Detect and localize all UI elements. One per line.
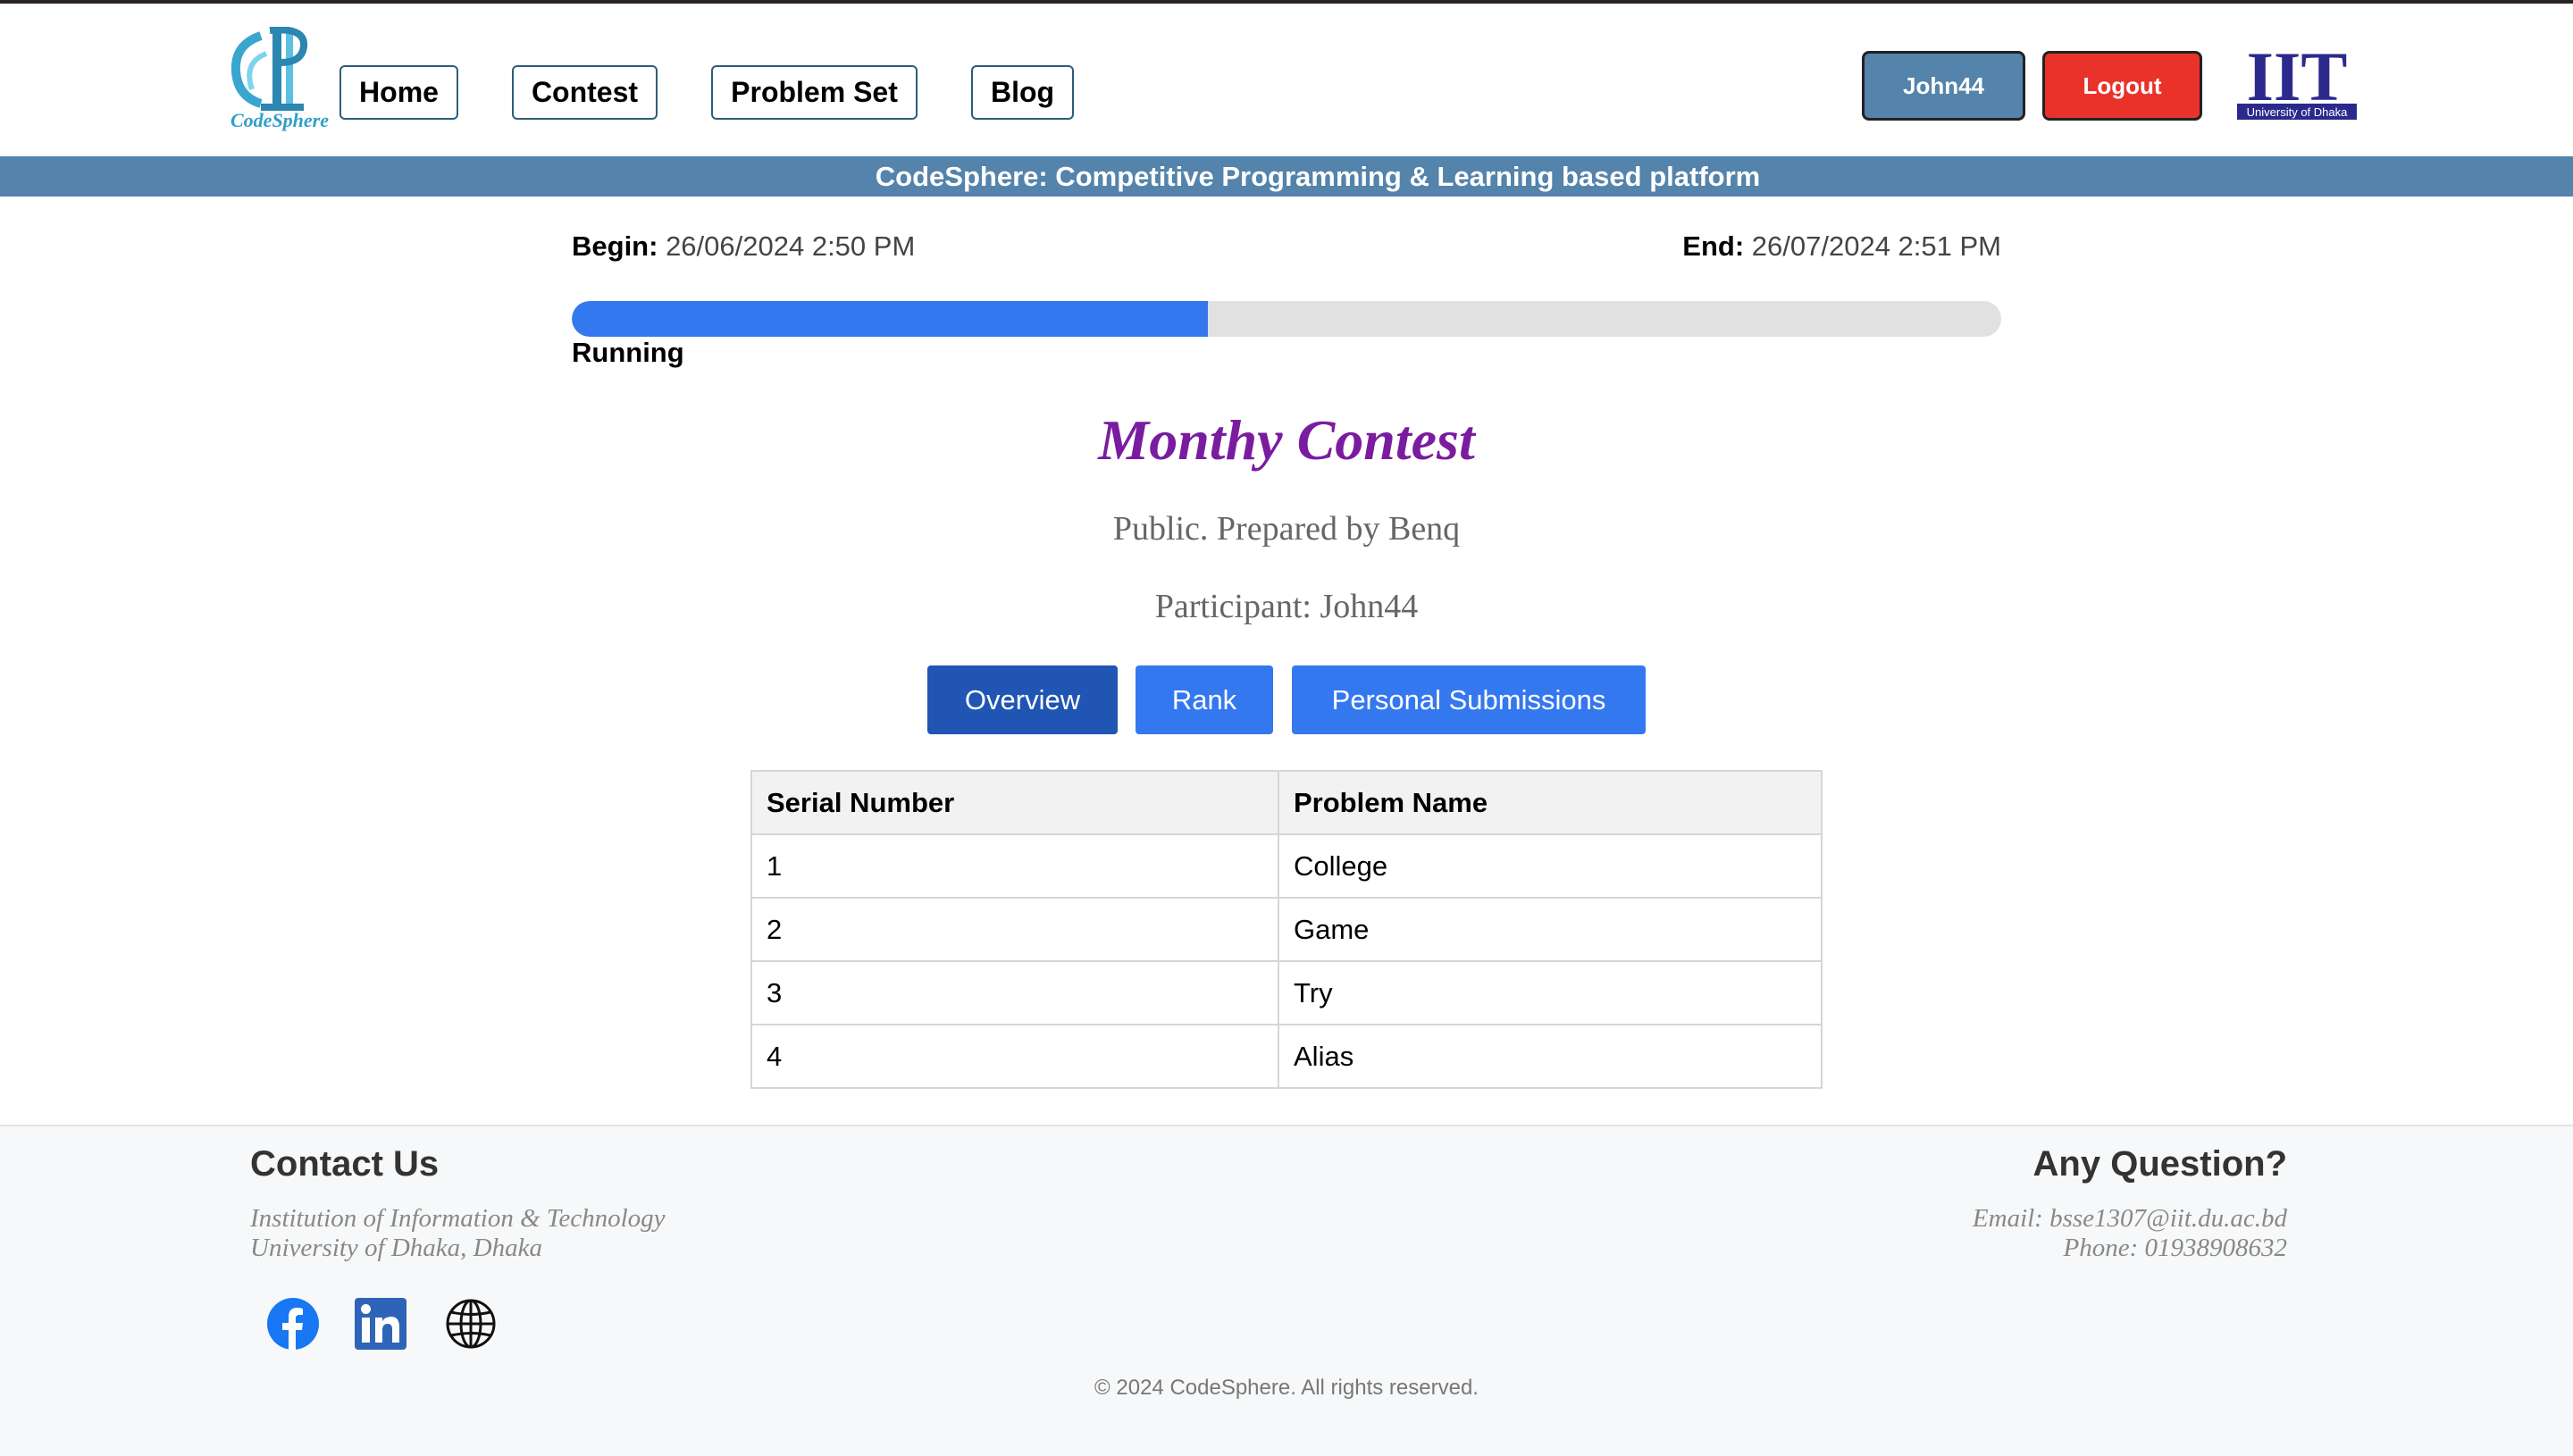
problems-table: Serial Number Problem Name 1 College 2 G… xyxy=(750,770,1823,1089)
serial-cell: 1 xyxy=(750,833,1279,899)
contest-progress-fill xyxy=(572,301,1208,337)
contest-progress-bar xyxy=(572,301,2001,337)
contact-phone: Phone: 01938908632 xyxy=(2063,1234,2288,1262)
contest-title: Monthy Contest xyxy=(1098,408,1475,472)
table-row[interactable]: 3 Try xyxy=(750,960,1823,1025)
table-row[interactable]: 4 Alias xyxy=(750,1024,1823,1089)
contact-details: Email: bsse1307@iit.du.ac.bd Phone: 0193… xyxy=(1973,1204,2287,1263)
logout-button[interactable]: Logout xyxy=(2042,51,2202,121)
serial-cell: 4 xyxy=(750,1024,1279,1089)
globe-icon[interactable] xyxy=(444,1297,498,1351)
copyright: © 2024 CodeSphere. All rights reserved. xyxy=(1094,1376,1479,1400)
serial-cell: 3 xyxy=(750,960,1279,1025)
problem-name-cell[interactable]: Try xyxy=(1278,960,1823,1025)
nav-home-button[interactable]: Home xyxy=(339,65,458,120)
problem-name-cell[interactable]: College xyxy=(1278,833,1823,899)
serial-cell: 2 xyxy=(750,897,1279,962)
end-label: End: xyxy=(1682,230,1745,262)
user-profile-button[interactable]: John44 xyxy=(1862,51,2025,121)
tab-rank[interactable]: Rank xyxy=(1136,665,1273,734)
contact-email[interactable]: Email: bsse1307@iit.du.ac.bd xyxy=(1973,1204,2287,1234)
table-row[interactable]: 2 Game xyxy=(750,897,1823,962)
nav-contest-button[interactable]: Contest xyxy=(512,65,658,120)
column-header-serial: Serial Number xyxy=(750,770,1279,835)
any-question-heading: Any Question? xyxy=(2032,1144,2287,1184)
table-row[interactable]: 1 College xyxy=(750,833,1823,899)
facebook-icon[interactable] xyxy=(266,1297,320,1351)
contact-line-university: University of Dhaka, Dhaka xyxy=(250,1234,542,1262)
contest-visibility: Public. Prepared by Benq xyxy=(1112,510,1461,548)
iit-logo-icon: IIT University of Dhaka xyxy=(2237,38,2357,120)
begin-time: Begin: 26/06/2024 2:50 PM xyxy=(572,230,915,263)
linkedin-icon[interactable] xyxy=(354,1297,407,1351)
table-header-row: Serial Number Problem Name xyxy=(750,770,1823,835)
contact-address: Institution of Information & Technology … xyxy=(250,1204,666,1263)
contact-line-institution: Institution of Information & Technology xyxy=(250,1204,666,1233)
nav-problem-set-button[interactable]: Problem Set xyxy=(711,65,918,120)
site-banner: CodeSphere: Competitive Programming & Le… xyxy=(0,156,2573,197)
iit-logo-subtitle: University of Dhaka xyxy=(2247,105,2348,119)
codesphere-logo[interactable]: CodeSphere xyxy=(225,26,334,139)
end-value: 26/07/2024 2:51 PM xyxy=(1751,230,2001,262)
begin-label: Begin: xyxy=(572,230,658,262)
nav-blog-button[interactable]: Blog xyxy=(971,65,1074,120)
column-header-problem-name: Problem Name xyxy=(1278,770,1823,835)
iit-logo: IIT University of Dhaka xyxy=(2235,38,2359,121)
contest-participant: Participant: John44 xyxy=(1154,588,1419,625)
tab-personal-submissions[interactable]: Personal Submissions xyxy=(1292,665,1646,734)
begin-value: 26/06/2024 2:50 PM xyxy=(666,230,916,262)
contest-status: Running xyxy=(572,337,684,368)
problem-name-cell[interactable]: Alias xyxy=(1278,1024,1823,1089)
problem-name-cell[interactable]: Game xyxy=(1278,897,1823,962)
header: CodeSphere Home Contest Problem Set Blog… xyxy=(0,4,2573,156)
contact-us-heading: Contact Us xyxy=(250,1144,440,1184)
codesphere-logo-icon xyxy=(230,26,308,111)
logo-text: CodeSphere xyxy=(230,109,329,131)
tab-overview[interactable]: Overview xyxy=(927,665,1118,734)
footer: Contact Us Institution of Information & … xyxy=(0,1125,2573,1456)
end-time: End: 26/07/2024 2:51 PM xyxy=(1682,230,2001,263)
